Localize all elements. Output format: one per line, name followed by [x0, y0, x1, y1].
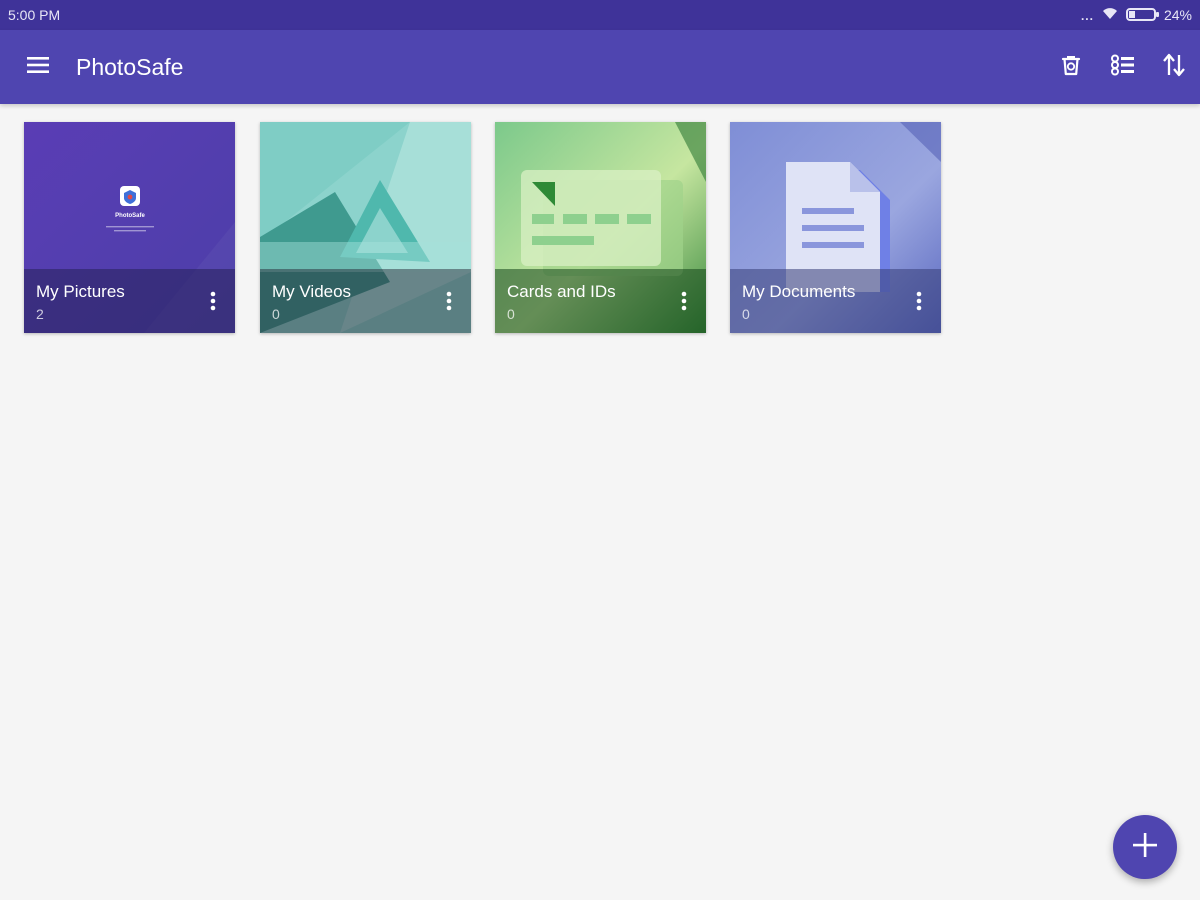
select-button[interactable] — [1105, 49, 1141, 85]
album-count: 0 — [507, 306, 515, 322]
status-time: 5:00 PM — [8, 7, 61, 23]
album-name: Cards and IDs — [507, 282, 616, 301]
more-vert-icon[interactable] — [201, 287, 225, 315]
status-bar: 5:00 PM ... 24% — [0, 0, 1200, 30]
album-card-my-videos[interactable]: My Videos 0 — [260, 122, 471, 333]
album-count: 0 — [742, 306, 750, 322]
status-indicators: ... 24% — [1080, 6, 1192, 24]
album-card-my-pictures[interactable]: PhotoSafe My Pictures 2 — [24, 122, 235, 333]
menu-button[interactable] — [20, 49, 56, 85]
album-name: My Videos — [272, 282, 352, 301]
app-title: PhotoSafe — [76, 54, 184, 80]
trash-bin-icon — [1059, 53, 1083, 82]
album-footer: Cards and IDs 0 — [495, 269, 706, 333]
wifi-icon — [1102, 6, 1118, 23]
plus-icon — [1131, 831, 1159, 864]
sort-icon — [1161, 52, 1187, 83]
album-footer: My Videos 0 — [260, 269, 471, 333]
album-count: 0 — [272, 306, 280, 322]
signal-dots: ... — [1080, 9, 1094, 23]
battery-icon — [1125, 8, 1159, 21]
more-vert-icon[interactable] — [672, 287, 696, 315]
more-vert-icon[interactable] — [437, 287, 461, 315]
album-footer: My Pictures 2 — [24, 269, 235, 333]
album-name: My Pictures — [36, 282, 125, 301]
album-count: 2 — [36, 306, 44, 322]
app-bar: PhotoSafe — [0, 30, 1200, 104]
sort-button[interactable] — [1156, 49, 1192, 85]
album-footer: My Documents 0 — [730, 269, 941, 333]
album-card-cards-and-ids[interactable]: Cards and IDs 0 — [495, 122, 706, 333]
battery-percent: 24% — [1163, 6, 1192, 23]
checklist-icon — [1110, 53, 1136, 82]
trash-button[interactable] — [1053, 49, 1089, 85]
battery-level — [1128, 11, 1135, 18]
menu-icon — [26, 55, 50, 80]
more-vert-icon[interactable] — [907, 287, 931, 315]
thumbnail-app-name: PhotoSafe — [115, 213, 145, 219]
album-card-my-documents[interactable]: My Documents 0 — [730, 122, 941, 333]
album-name: My Documents — [742, 282, 856, 301]
add-button[interactable] — [1113, 815, 1177, 879]
